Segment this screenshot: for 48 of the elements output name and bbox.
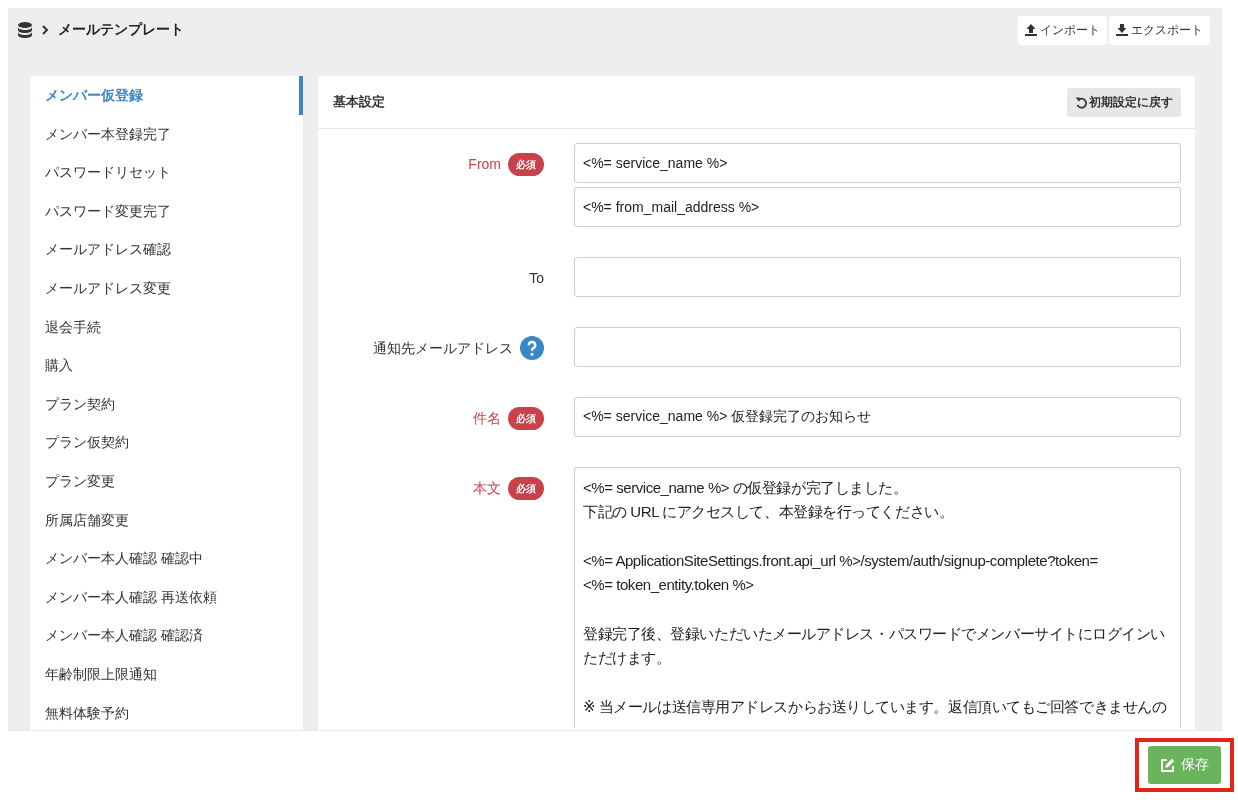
sidebar-item[interactable]: メンバー本人確認 確認済 xyxy=(30,616,303,655)
text-line: <%= service_name %> の仮登録が完了しました。 xyxy=(583,478,909,498)
import-button[interactable]: インポート xyxy=(1018,15,1107,45)
input-field[interactable]: <%= service_name %> 仮登録完了のお知らせ xyxy=(574,397,1181,437)
export-button[interactable]: エクスポート xyxy=(1109,15,1210,45)
undo-icon xyxy=(1075,95,1088,109)
sidebar-item[interactable]: メールアドレス変更 xyxy=(30,268,303,308)
text-line: <%= token_entity.token %> xyxy=(583,575,755,596)
text-line: 下記の URL にアクセスして、本登録を行ってください。 xyxy=(583,502,955,523)
field-label: From xyxy=(468,155,501,174)
input-field[interactable] xyxy=(574,327,1181,367)
field-label: To xyxy=(529,269,544,288)
field-label: 通知先メールアドレス xyxy=(373,339,513,358)
sidebar-item[interactable]: 退会手続 xyxy=(30,307,303,347)
sidebar-item[interactable]: メンバー本人確認 再送依頼 xyxy=(30,577,303,617)
sidebar-item[interactable]: メンバー本登録完了 xyxy=(30,114,303,154)
sidebar-item[interactable]: メンバー本人確認 確認中 xyxy=(30,539,303,578)
input-field[interactable] xyxy=(574,257,1181,297)
body-text-field[interactable] xyxy=(574,467,1181,728)
sidebar-item[interactable]: 年齢制限上限通知 xyxy=(30,654,303,694)
sidebar-item[interactable]: 購入 xyxy=(30,346,303,385)
required-badge: 必須 xyxy=(508,477,544,500)
required-badge: 必須 xyxy=(508,407,544,430)
text-line: ※ 当メールは送信専用アドレスからお送りしています。返信頂いてもご回答できませんの xyxy=(583,696,1168,717)
sidebar-item[interactable]: プラン変更 xyxy=(30,461,303,501)
field-label: 件名 xyxy=(473,409,501,428)
sidebar-item[interactable]: プラン仮契約 xyxy=(30,423,303,462)
text-line: 登録完了後、登録いただいたメールアドレス・パスワードでメンバーサイトにログインいただけます。 xyxy=(583,623,1166,669)
reset-button[interactable]: 初期設定に戻す xyxy=(1067,87,1181,117)
chevron-right-icon xyxy=(41,25,49,35)
sidebar-item[interactable]: プラン契約 xyxy=(30,384,303,424)
sidebar-item[interactable]: 無料体験予約 xyxy=(30,693,303,730)
database-icon xyxy=(18,22,32,38)
sidebar-item[interactable]: メールアドレス確認 xyxy=(30,230,303,269)
input-field[interactable]: <%= from_mail_address %> xyxy=(574,187,1181,227)
sidebar-item[interactable]: メンバー仮登録 xyxy=(30,76,303,115)
required-badge: 必須 xyxy=(508,153,544,176)
upload-icon xyxy=(1025,24,1037,36)
input-field[interactable]: <%= service_name %> xyxy=(574,143,1181,183)
card-title: 基本設定 xyxy=(333,93,385,111)
sidebar-item[interactable]: パスワードリセット xyxy=(30,153,303,192)
text-line: <%= ApplicationSiteSettings.front.api_url %>/system/auth/signup-complete?token= xyxy=(583,550,1099,571)
sidebar-item[interactable]: 所属店舗変更 xyxy=(30,500,303,540)
field-label: 本文 xyxy=(473,479,501,498)
edit-icon xyxy=(1160,757,1175,773)
page-title: メールテンプレート xyxy=(58,21,184,39)
download-icon xyxy=(1116,24,1128,36)
sidebar-item[interactable]: パスワード変更完了 xyxy=(30,191,303,231)
